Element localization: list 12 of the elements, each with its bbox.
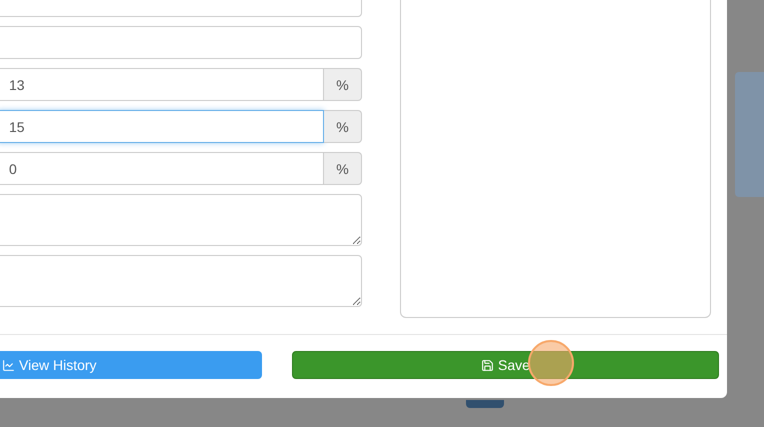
percent-field[interactable]: 15 — [0, 110, 324, 143]
text-area[interactable] — [0, 255, 362, 307]
text-area[interactable] — [0, 194, 362, 246]
percent-field[interactable]: 0 — [0, 152, 324, 185]
save-icon — [481, 358, 494, 372]
click-marker — [528, 340, 574, 386]
percent-addon: % — [324, 152, 362, 185]
chart-icon — [2, 358, 15, 372]
percent-addon: % — [324, 68, 362, 101]
percent-field[interactable]: 13 — [0, 68, 324, 101]
input-field[interactable] — [0, 26, 362, 59]
percent-addon: % — [324, 110, 362, 143]
